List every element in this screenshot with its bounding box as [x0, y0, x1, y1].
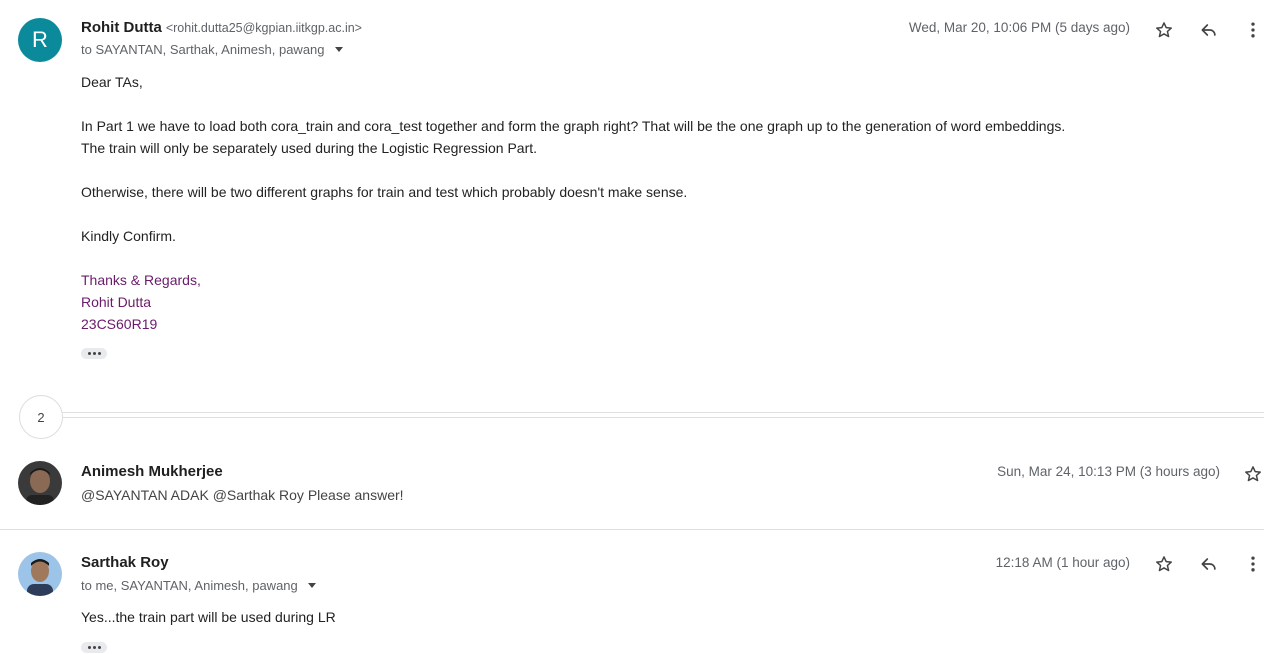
star-button[interactable]: [1152, 18, 1176, 42]
body-greeting: Dear TAs,: [81, 74, 143, 90]
sender-name[interactable]: Sarthak Roy: [81, 554, 169, 571]
message-divider: [0, 529, 1264, 530]
sender-line: Rohit Dutta <rohit.dutta25@kgpian.iitkgp.…: [81, 19, 362, 37]
star-button[interactable]: [1241, 462, 1265, 486]
recipients-line[interactable]: to SAYANTAN, Sarthak, Animesh, pawang: [81, 42, 343, 57]
recipients-text: to me, SAYANTAN, Animesh, pawang: [81, 578, 298, 593]
sender-name[interactable]: Rohit Dutta: [81, 19, 162, 36]
more-vert-icon: [1251, 22, 1255, 38]
sender-name[interactable]: Animesh Mukherjee: [81, 463, 223, 480]
collapsed-count-label: 2: [37, 409, 45, 425]
avatar[interactable]: [18, 461, 62, 505]
message-rohit: R Rohit Dutta <rohit.dutta25@kgpian.iitkg…: [0, 0, 1280, 380]
avatar[interactable]: [18, 552, 62, 596]
body-paragraph: The train will only be separately used d…: [81, 140, 538, 156]
sender-email: <rohit.dutta25@kgpian.iitkgp.ac.in>: [165, 21, 362, 35]
more-vert-icon: [1251, 556, 1255, 572]
show-trimmed-content-button[interactable]: [81, 348, 107, 359]
star-icon: [1245, 466, 1261, 482]
message-sarthak: Sarthak Roy to me, SAYANTAN, Animesh, pa…: [0, 540, 1280, 654]
signature-line: Rohit Dutta: [81, 294, 152, 310]
signature-line: 23CS60R19: [81, 316, 158, 332]
collapsed-divider: [62, 412, 1264, 413]
message-date: 12:18 AM (1 hour ago): [995, 555, 1130, 570]
star-icon: [1156, 22, 1172, 38]
message-date: Sun, Mar 24, 10:13 PM (3 hours ago): [997, 464, 1220, 479]
avatar[interactable]: R: [18, 18, 62, 62]
signature-line: Thanks & Regards,: [81, 272, 201, 288]
more-button[interactable]: [1241, 18, 1265, 42]
reply-button[interactable]: [1197, 552, 1221, 576]
collapsed-divider: [62, 417, 1264, 418]
recipients-text: to SAYANTAN, Sarthak, Animesh, pawang: [81, 42, 325, 57]
show-trimmed-content-button[interactable]: [81, 642, 107, 653]
body-paragraph: Otherwise, there will be two different g…: [81, 184, 688, 200]
collapsed-messages-count[interactable]: 2: [19, 395, 63, 439]
more-button[interactable]: [1241, 552, 1265, 576]
recipients-line[interactable]: to me, SAYANTAN, Animesh, pawang: [81, 578, 316, 593]
star-icon: [1156, 556, 1172, 572]
body-paragraph: Yes...the train part will be used during…: [81, 609, 336, 625]
message-animesh[interactable]: Animesh Mukherjee @SAYANTAN ADAK @Sartha…: [0, 450, 1280, 530]
message-snippet: @SAYANTAN ADAK @Sarthak Roy Please answe…: [81, 487, 404, 503]
reply-icon: [1201, 24, 1216, 36]
body-paragraph: Kindly Confirm.: [81, 228, 176, 244]
reply-icon: [1201, 558, 1216, 570]
message-date: Wed, Mar 20, 10:06 PM (5 days ago): [908, 20, 1130, 35]
star-button[interactable]: [1152, 552, 1176, 576]
chevron-down-icon[interactable]: [307, 583, 316, 588]
body-paragraph: In Part 1 we have to load both cora_trai…: [81, 118, 1066, 134]
reply-button[interactable]: [1197, 18, 1221, 42]
avatar-letter: R: [32, 27, 48, 52]
chevron-down-icon[interactable]: [334, 47, 343, 52]
